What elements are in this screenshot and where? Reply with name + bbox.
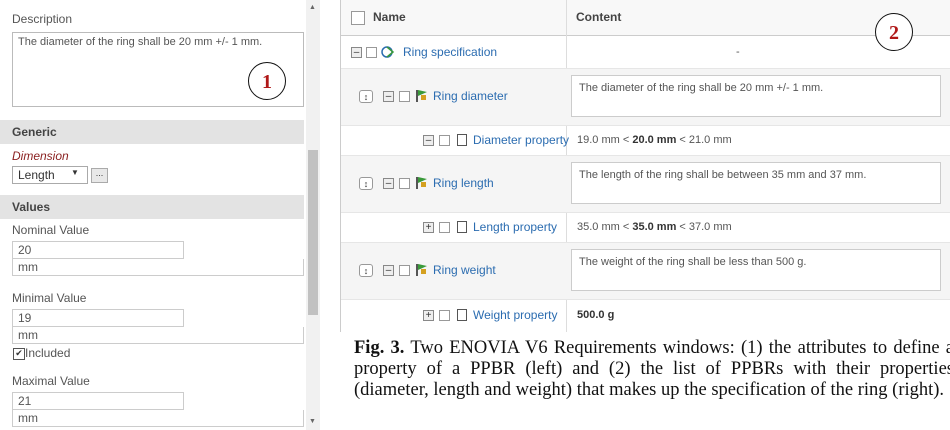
specification-icon: [381, 46, 395, 58]
table-row[interactable]: – Ring specification -: [341, 36, 950, 69]
row-name-link[interactable]: Weight property: [473, 308, 558, 322]
minimal-unit-field[interactable]: mm: [12, 327, 304, 344]
row-name-link[interactable]: Diameter property: [473, 133, 569, 147]
chevron-down-icon: ▼: [71, 168, 79, 177]
table-row[interactable]: ↕ – Ring diameter The diameter of the ri…: [341, 69, 950, 126]
collapse-icon[interactable]: –: [423, 135, 434, 146]
row-content: -: [736, 46, 740, 58]
collapse-icon[interactable]: –: [383, 178, 394, 189]
nominal-value: 35.0 mm: [632, 221, 677, 233]
collapse-icon[interactable]: –: [383, 91, 394, 102]
table-header: Name Content: [341, 0, 950, 36]
table-row[interactable]: ↕ – Ring length The length of the ring s…: [341, 156, 950, 213]
weight-value: 500.0 g: [577, 309, 615, 321]
requirement-icon: [416, 90, 427, 102]
scroll-down-icon[interactable]: ▼: [309, 418, 316, 425]
description-label: Description: [12, 12, 73, 26]
nominal-value-input[interactable]: 20: [12, 241, 184, 259]
requirement-icon: [416, 264, 427, 276]
row-checkbox[interactable]: [439, 135, 450, 146]
collapse-icon[interactable]: –: [351, 47, 362, 58]
maximal-value-input[interactable]: 21: [12, 392, 184, 410]
dimension-select[interactable]: Length ▼: [12, 166, 88, 184]
select-all-checkbox[interactable]: [351, 11, 365, 25]
row-checkbox[interactable]: [399, 265, 410, 276]
caption-text: Two ENOVIA V6 Requirements windows: (1) …: [354, 338, 950, 400]
nominal-value-label: Nominal Value: [12, 223, 90, 237]
row-content-box[interactable]: The weight of the ring shall be less tha…: [571, 249, 941, 291]
row-checkbox[interactable]: [439, 222, 450, 233]
row-content: 500.0 g: [577, 309, 614, 321]
expand-icon[interactable]: +: [423, 310, 434, 321]
row-name-link[interactable]: Ring length: [433, 176, 494, 190]
row-content-box[interactable]: The length of the ring shall be between …: [571, 162, 941, 204]
table-row[interactable]: + Length property 35.0 mm < 35.0 mm < 37…: [341, 213, 950, 243]
row-checkbox[interactable]: [399, 178, 410, 189]
row-name-link[interactable]: Length property: [473, 220, 557, 234]
generic-section-header: Generic: [0, 120, 304, 144]
table-row[interactable]: – Diameter property 19.0 mm < 20.0 mm < …: [341, 126, 950, 156]
dimension-label: Dimension: [12, 149, 69, 163]
vertical-scrollbar[interactable]: ▲ ▼: [306, 0, 320, 430]
requirement-icon: [416, 177, 427, 189]
expand-icon[interactable]: +: [423, 222, 434, 233]
requirements-list-panel: Name Content 2 – Ring specification - ↕ …: [340, 0, 950, 332]
document-icon: [457, 221, 467, 233]
maximal-unit-field[interactable]: mm: [12, 410, 304, 427]
minimal-value-input[interactable]: 19: [12, 309, 184, 327]
nominal-value: 20.0 mm: [632, 134, 677, 146]
description-text: The diameter of the ring shall be 20 mm …: [18, 36, 263, 48]
column-header-name[interactable]: Name: [373, 10, 406, 24]
callout-badge-1: 1: [248, 62, 286, 100]
scrollbar-thumb[interactable]: [308, 150, 318, 315]
collapse-icon[interactable]: –: [383, 265, 394, 276]
property-attributes-panel: Description The diameter of the ring sha…: [0, 0, 320, 430]
row-checkbox[interactable]: [366, 47, 377, 58]
dimension-select-value: Length: [18, 168, 55, 182]
table-row[interactable]: ↕ – Ring weight The weight of the ring s…: [341, 243, 950, 300]
row-content: 35.0 mm < 35.0 mm < 37.0 mm: [577, 221, 732, 233]
dimension-more-button[interactable]: ...: [91, 168, 108, 183]
figure-caption: Fig. 3. Two ENOVIA V6 Requirements windo…: [354, 338, 950, 401]
reorder-handle-icon[interactable]: ↕: [359, 264, 373, 277]
row-name-link[interactable]: Ring diameter: [433, 89, 508, 103]
scroll-up-icon[interactable]: ▲: [309, 4, 316, 11]
range-max: < 37.0 mm: [676, 221, 732, 233]
document-icon: [457, 134, 467, 146]
included-checkbox[interactable]: ✔: [13, 348, 25, 360]
range-max: < 21.0 mm: [676, 134, 732, 146]
range-min: 19.0 mm <: [577, 134, 633, 146]
minimal-value-label: Minimal Value: [12, 291, 87, 305]
values-section-header: Values: [0, 195, 304, 219]
row-content-box[interactable]: The diameter of the ring shall be 20 mm …: [571, 75, 941, 117]
row-checkbox[interactable]: [439, 310, 450, 321]
table-row[interactable]: + Weight property 500.0 g: [341, 300, 950, 330]
row-checkbox[interactable]: [399, 91, 410, 102]
included-label: Included: [25, 346, 71, 360]
document-icon: [457, 309, 467, 321]
nominal-unit-field[interactable]: mm: [12, 259, 304, 276]
maximal-value-label: Maximal Value: [12, 374, 90, 388]
row-name-link[interactable]: Ring weight: [433, 263, 496, 277]
row-content: 19.0 mm < 20.0 mm < 21.0 mm: [577, 134, 732, 146]
figure-number: Fig. 3.: [354, 338, 405, 358]
row-name-link[interactable]: Ring specification: [403, 45, 497, 59]
reorder-handle-icon[interactable]: ↕: [359, 177, 373, 190]
range-min: 35.0 mm <: [577, 221, 633, 233]
column-header-content[interactable]: Content: [576, 10, 621, 24]
reorder-handle-icon[interactable]: ↕: [359, 90, 373, 103]
